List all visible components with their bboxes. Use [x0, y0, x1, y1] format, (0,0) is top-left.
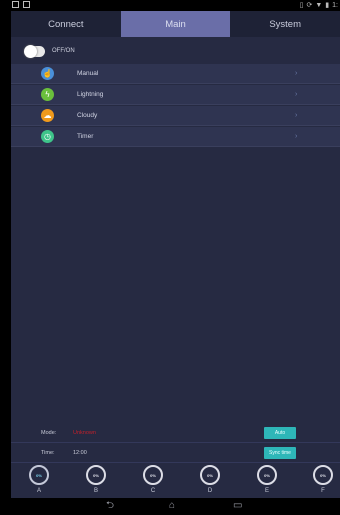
channel-gauge: 0% — [200, 465, 220, 485]
vibrate-icon: ▯ — [299, 2, 304, 9]
tab-main[interactable]: Main — [120, 11, 231, 37]
screen: ▯ ⟳ ▼ ▮ 1: Connect Main System OFF/ON ☝ … — [0, 0, 340, 515]
menu-item-label: Cloudy — [77, 112, 98, 119]
channel-gauge: 0% — [313, 465, 333, 485]
status-panel: Mode: Unknown Auto Time: 12:00 Sync time — [11, 423, 340, 463]
channel-gauge: 0% — [29, 465, 49, 485]
toggle-knob — [24, 44, 37, 58]
clock-icon: ◷ — [41, 130, 54, 143]
menu-item-label: Timer — [77, 133, 94, 140]
chevron-right-icon: › — [295, 112, 298, 119]
power-label: OFF/ON — [52, 48, 75, 54]
home-icon[interactable]: ⌂ — [169, 501, 175, 511]
cloud-icon: ☁ — [41, 109, 54, 122]
power-toggle[interactable] — [24, 44, 45, 58]
channel-b[interactable]: 0% B — [85, 465, 107, 494]
time-label: Time: — [41, 449, 55, 456]
channel-c[interactable]: 0% C — [142, 465, 164, 494]
channel-a[interactable]: 0% A — [28, 465, 50, 494]
status-bar: ▯ ⟳ ▼ ▮ 1: — [11, 0, 340, 11]
notification-icon — [12, 1, 19, 8]
recents-icon[interactable]: ▭ — [233, 501, 242, 511]
mode-label: Mode: — [41, 429, 57, 436]
mode-value: Unknown — [73, 429, 96, 436]
menu-item-label: Manual — [77, 70, 99, 77]
menu-item-manual[interactable]: ☝ Manual › — [11, 64, 340, 84]
time-value: 12:00 — [73, 449, 87, 456]
channel-label: A — [36, 488, 41, 494]
lightning-icon: ϟ — [41, 88, 54, 101]
channel-label: D — [207, 488, 213, 494]
chevron-right-icon: › — [295, 70, 298, 77]
channel-label: E — [264, 488, 269, 494]
channel-e[interactable]: 0% E — [256, 465, 278, 494]
battery-icon: ▮ — [325, 2, 330, 9]
mode-row: Mode: Unknown Auto — [11, 423, 340, 443]
chevron-right-icon: › — [295, 133, 298, 140]
channel-label: F — [321, 488, 325, 494]
hand-icon: ☝ — [41, 67, 54, 80]
menu-item-lightning[interactable]: ϟ Lightning › — [11, 85, 340, 105]
system-nav-bar: ⮌ ⌂ ▭ — [11, 498, 340, 515]
channel-label: C — [150, 488, 156, 494]
clock-text: 1: — [332, 1, 338, 9]
time-row: Time: 12:00 Sync time — [11, 443, 340, 463]
channel-gauge: 0% — [86, 465, 106, 485]
menu-item-cloudy[interactable]: ☁ Cloudy › — [11, 106, 340, 126]
channel-d[interactable]: 0% D — [199, 465, 221, 494]
tab-system[interactable]: System — [230, 11, 340, 37]
sync-time-button[interactable]: Sync time — [264, 446, 296, 459]
menu-item-timer[interactable]: ◷ Timer › — [11, 127, 340, 147]
menu-item-label: Lightning — [77, 91, 104, 98]
wifi-icon: ▼ — [315, 1, 323, 9]
channel-f[interactable]: 0% F — [312, 465, 334, 494]
tab-bar: Connect Main System — [11, 11, 340, 37]
auto-button[interactable]: Auto — [264, 426, 296, 439]
sync-icon: ⟳ — [306, 2, 313, 9]
power-row: OFF/ON — [11, 42, 340, 60]
channel-label: B — [93, 488, 98, 494]
channel-gauge: 0% — [257, 465, 277, 485]
back-icon[interactable]: ⮌ — [106, 501, 114, 511]
chevron-right-icon: › — [295, 91, 298, 98]
mode-menu: ☝ Manual › ϟ Lightning › ☁ Cloudy › ◷ Ti… — [11, 64, 340, 148]
channel-gauge: 0% — [143, 465, 163, 485]
tab-connect[interactable]: Connect — [11, 11, 121, 37]
screenshot-icon — [23, 1, 30, 8]
channel-bar: 0% A 0% B 0% C 0% D 0% E 0% F — [11, 465, 340, 497]
